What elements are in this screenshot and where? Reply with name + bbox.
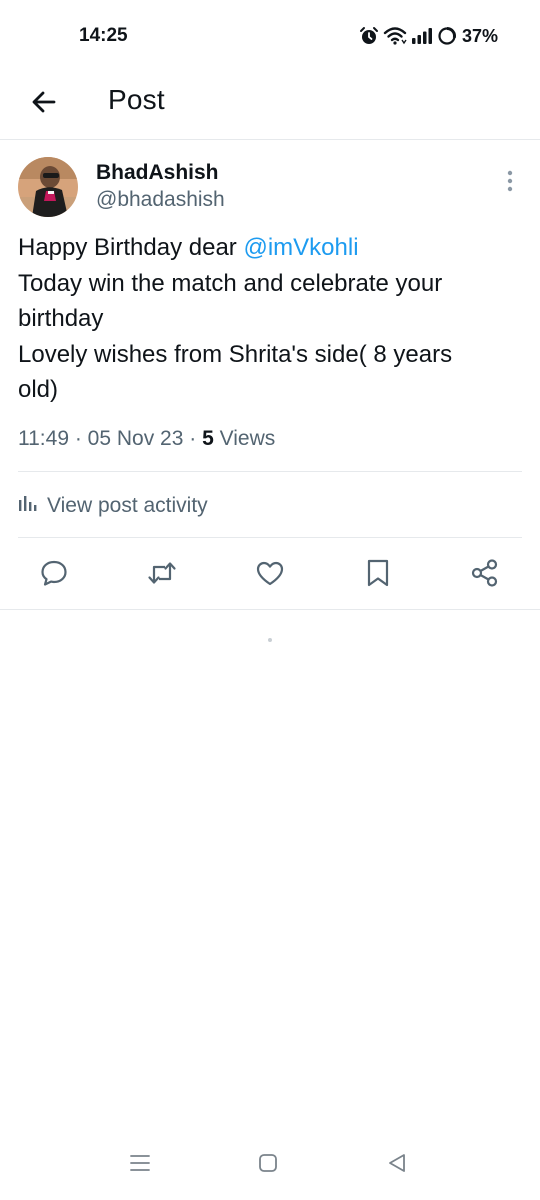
author-handle[interactable]: @bhadashish xyxy=(96,188,225,212)
post-date: 05 Nov 23 xyxy=(87,427,184,450)
signal-icon xyxy=(411,27,433,45)
meta-separator: · xyxy=(69,427,88,450)
status-icons: 37% xyxy=(359,23,498,49)
post-text-line-2: Today win the match and celebrate your xyxy=(18,269,443,297)
reply-button[interactable] xyxy=(35,556,73,594)
post-text-line-3: birthday xyxy=(18,305,104,332)
repost-icon xyxy=(146,558,178,593)
status-time: 14:25 xyxy=(79,25,128,46)
divider xyxy=(18,471,522,472)
post-text-line-1: Happy Birthday dear @imVkohli xyxy=(18,230,523,266)
post-meta: 11:49 · 05 Nov 23 · 5 Views xyxy=(18,427,275,451)
mention-link[interactable]: @imVkohli xyxy=(243,234,358,261)
bookmark-icon xyxy=(366,558,390,593)
share-button[interactable] xyxy=(466,556,504,594)
bookmark-button[interactable] xyxy=(359,556,397,594)
recents-icon xyxy=(129,1153,151,1178)
arrow-left-icon xyxy=(30,88,58,121)
back-button[interactable] xyxy=(24,84,64,124)
like-icon xyxy=(255,559,285,592)
post-text-line-5: old) xyxy=(18,376,59,403)
alarm-icon xyxy=(359,26,379,46)
like-button[interactable] xyxy=(251,556,289,594)
author-display-name[interactable]: BhadAshish xyxy=(96,161,219,185)
wifi-icon xyxy=(383,26,407,46)
post-text-line-4: Lovely wishes from Shrita's side( 8 year… xyxy=(18,340,453,368)
header: Post xyxy=(0,72,540,140)
page-title: Post xyxy=(108,84,165,115)
status-bar: 14:25 37% xyxy=(0,0,540,72)
home-button[interactable] xyxy=(248,1148,288,1182)
system-nav-bar xyxy=(0,1134,540,1200)
post-text: Happy Birthday dear @imVkohli Today win … xyxy=(18,230,523,408)
meta-separator: · xyxy=(183,427,203,450)
battery-icon xyxy=(437,26,457,46)
views-count[interactable]: 5 xyxy=(202,427,214,450)
recents-button[interactable] xyxy=(120,1148,160,1182)
battery-percent: 37% xyxy=(461,25,498,46)
avatar[interactable] xyxy=(18,157,78,217)
repost-button[interactable] xyxy=(143,556,181,594)
analytics-icon xyxy=(18,494,38,518)
view-post-activity-label: View post activity xyxy=(47,494,208,517)
divider xyxy=(0,609,540,610)
post-time: 11:49 xyxy=(18,427,69,450)
more-vertical-icon xyxy=(507,170,513,197)
share-icon xyxy=(470,558,500,593)
view-post-activity-button[interactable]: View post activity xyxy=(18,494,208,518)
views-label: Views xyxy=(213,427,276,450)
divider xyxy=(18,537,522,538)
post-actions xyxy=(0,556,540,594)
screen: 14:25 37% Post BhadAshish @bhadashish Ha… xyxy=(0,0,540,1200)
more-options-button[interactable] xyxy=(498,168,522,198)
home-icon xyxy=(257,1152,279,1179)
reply-icon xyxy=(39,558,69,593)
loading-indicator xyxy=(268,638,272,642)
post-text-prefix: Happy Birthday dear xyxy=(18,234,244,261)
nav-back-button[interactable] xyxy=(377,1148,417,1182)
back-icon xyxy=(386,1152,408,1179)
